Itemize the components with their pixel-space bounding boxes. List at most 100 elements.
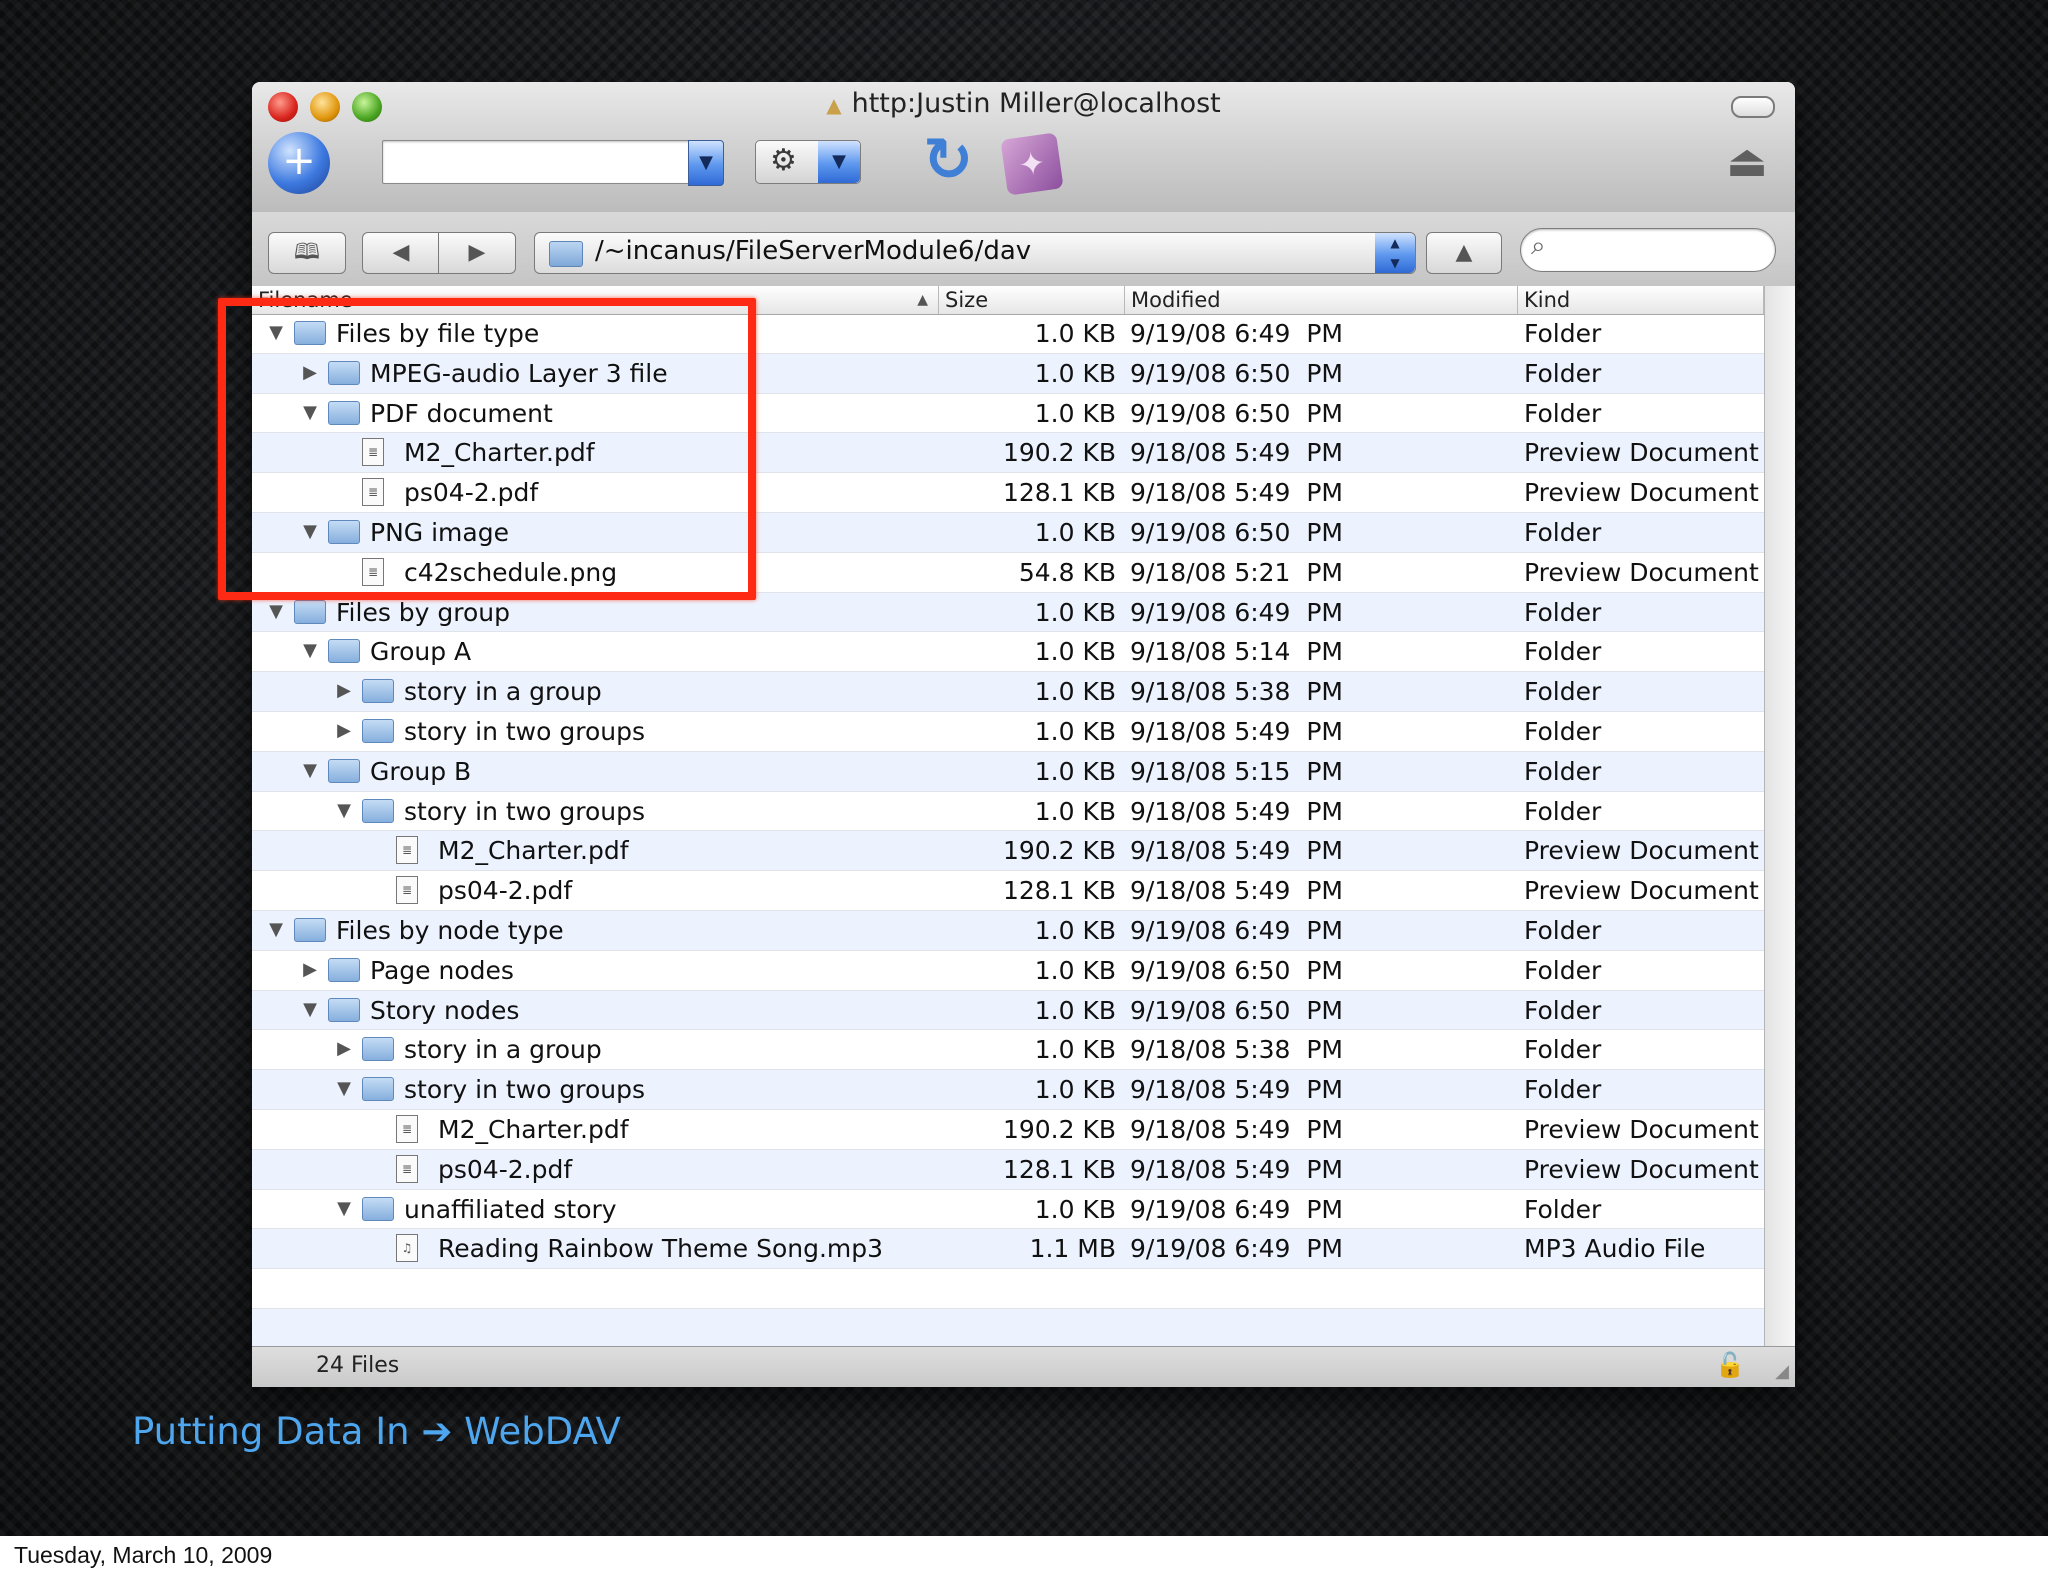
disclosure-expanded-icon[interactable]: ▼ <box>334 1078 354 1099</box>
disclosure-expanded-icon[interactable]: ▼ <box>266 601 286 622</box>
table-row[interactable]: ▶ story in a group 1.0 KB 9/18/08 5:38 PM Fo… <box>252 672 1764 712</box>
row-filename: story in two groups <box>404 796 646 826</box>
row-size: 1.0 KB <box>1034 517 1116 547</box>
table-row[interactable]: ≣ M2_Charter.pdf 190.2 KB 9/18/08 5:49 PM Pr… <box>252 1110 1764 1150</box>
audio-file-icon: ♫ <box>396 1234 418 1263</box>
table-row[interactable]: ▶ Page nodes 1.0 KB 9/19/08 6:50 PM Folder <box>252 951 1764 991</box>
row-size: 128.1 KB <box>1002 876 1116 906</box>
resize-grip-icon[interactable]: ◢ <box>1775 1361 1789 1382</box>
disconnect-disk-icon[interactable]: ✦ <box>1000 132 1064 196</box>
disclosure-expanded-icon[interactable]: ▼ <box>266 919 286 940</box>
row-kind: Preview Document <box>1524 1114 1759 1144</box>
table-row[interactable]: ▼ Group B 1.0 KB 9/18/08 5:15 PM Folder <box>252 751 1764 792</box>
row-kind: Folder <box>1524 1075 1602 1105</box>
row-kind: Folder <box>1524 597 1602 627</box>
row-size: 1.0 KB <box>1034 358 1116 388</box>
path-text: /~incanus/FileServerModule6/dav <box>595 236 1032 266</box>
table-row[interactable]: ♫ Reading Rainbow Theme Song.mp3 1.1 MB 9/1… <box>252 1229 1764 1270</box>
row-size: 1.0 KB <box>1034 398 1116 428</box>
disclosure-collapsed-icon[interactable]: ▶ <box>334 1038 354 1059</box>
row-modified: 9/18/08 5:21 PM <box>1130 557 1344 587</box>
row-kind: Folder <box>1524 1035 1602 1065</box>
folder-icon <box>362 679 394 704</box>
row-modified: 9/18/08 5:14 PM <box>1130 637 1344 667</box>
gear-icon: ⚙ <box>770 143 797 178</box>
bookmarks-book-icon[interactable]: 🕮 <box>268 232 346 274</box>
document-icon: ≣ <box>396 1114 418 1143</box>
row-size: 1.1 MB <box>1029 1234 1116 1264</box>
table-row[interactable]: ▼ Files by node type 1.0 KB 9/19/08 6:49 PM… <box>252 910 1764 951</box>
toolbar-toggle-button[interactable] <box>1731 96 1775 118</box>
table-row[interactable]: ▼ Group A 1.0 KB 9/18/08 5:14 PM Folder <box>252 632 1764 673</box>
row-kind: MP3 Audio File <box>1524 1234 1706 1264</box>
row-size: 1.0 KB <box>1034 915 1116 945</box>
search-input[interactable]: ⌕ <box>1520 228 1776 272</box>
row-filename: Reading Rainbow Theme Song.mp3 <box>438 1234 884 1264</box>
window-title-text: http:Justin Miller@localhost <box>851 88 1221 119</box>
row-filename: story in a group <box>404 677 602 707</box>
table-row[interactable]: ≣ M2_Charter.pdf 190.2 KB 9/18/08 5:49 PM Pr… <box>252 831 1764 872</box>
server-combo-field[interactable] <box>382 140 694 184</box>
title-bar: ▲ http:Justin Miller@localhost + ▼ ⚙ ▼ ↻ … <box>252 82 1795 213</box>
column-header-modified[interactable]: Modified <box>1124 286 1517 314</box>
table-row[interactable]: ▼ story in two groups 1.0 KB 9/18/08 5:49 P… <box>252 1070 1764 1110</box>
folder-icon <box>362 798 394 823</box>
row-kind: Folder <box>1524 995 1602 1025</box>
folder-icon <box>328 758 360 783</box>
disclosure-collapsed-icon[interactable]: ▶ <box>300 959 320 980</box>
row-modified: 9/19/08 6:50 PM <box>1130 398 1344 428</box>
disclosure-expanded-icon[interactable]: ▼ <box>334 1198 354 1219</box>
table-row[interactable]: ▼ unaffiliated story 1.0 KB 9/19/08 6:49 PM… <box>252 1190 1764 1230</box>
row-size: 1.0 KB <box>1034 756 1116 786</box>
table-row[interactable]: ▶ story in two groups 1.0 KB 9/18/08 5:49 P… <box>252 712 1764 752</box>
chevron-down-icon[interactable]: ▼ <box>688 140 724 186</box>
eject-icon[interactable]: ⏏ <box>1721 136 1773 188</box>
row-filename: unaffiliated story <box>404 1194 617 1224</box>
path-popup-menu[interactable]: /~incanus/FileServerModule6/dav ▲ ▼ <box>534 232 1416 274</box>
row-size: 1.0 KB <box>1034 637 1116 667</box>
row-modified: 9/19/08 6:49 PM <box>1130 1194 1344 1224</box>
up-down-stepper-icon[interactable]: ▲ ▼ <box>1375 233 1415 273</box>
row-size: 190.2 KB <box>1002 836 1116 866</box>
vertical-scrollbar[interactable] <box>1764 286 1795 1387</box>
column-header-size[interactable]: Size <box>938 286 1124 314</box>
table-row[interactable]: ≣ ps04-2.pdf 128.1 KB 9/18/08 5:49 PM Previe… <box>252 871 1764 911</box>
refresh-icon[interactable]: ↻ <box>916 130 980 194</box>
red-highlight-box <box>218 298 756 600</box>
column-header-kind[interactable]: Kind <box>1517 286 1764 314</box>
disclosure-collapsed-icon[interactable]: ▶ <box>334 680 354 701</box>
row-size: 1.0 KB <box>1034 796 1116 826</box>
folder-icon <box>362 718 394 743</box>
document-icon: ≣ <box>396 836 418 865</box>
parent-folder-up-icon[interactable]: ▲ <box>1426 232 1502 274</box>
disclosure-expanded-icon[interactable]: ▼ <box>300 760 320 781</box>
new-connection-globe-icon[interactable]: + <box>268 132 330 194</box>
row-kind: Folder <box>1524 358 1602 388</box>
disclosure-collapsed-icon[interactable]: ▶ <box>334 720 354 741</box>
row-size: 1.0 KB <box>1034 597 1116 627</box>
disclosure-expanded-icon[interactable]: ▼ <box>300 640 320 661</box>
unlock-icon: 🔓 <box>1715 1351 1745 1379</box>
row-kind: Folder <box>1524 796 1602 826</box>
action-menu-button[interactable]: ⚙ ▼ <box>755 140 861 184</box>
forward-arrow-icon[interactable]: ▶ <box>438 232 516 274</box>
table-row[interactable]: ≣ ps04-2.pdf 128.1 KB 9/18/08 5:49 PM Previe… <box>252 1149 1764 1190</box>
row-filename: Files by node type <box>336 915 564 945</box>
row-filename: story in two groups <box>404 1075 646 1105</box>
disclosure-expanded-icon[interactable]: ▼ <box>300 999 320 1020</box>
search-icon: ⌕ <box>1531 231 1546 261</box>
disclosure-expanded-icon[interactable]: ▼ <box>334 800 354 821</box>
row-kind: Preview Document <box>1524 557 1759 587</box>
row-modified: 9/18/08 5:49 PM <box>1130 716 1344 746</box>
table-row[interactable]: ▼ story in two groups 1.0 KB 9/18/08 5:49 P… <box>252 792 1764 832</box>
row-kind: Folder <box>1524 637 1602 667</box>
row-filename: story in two groups <box>404 716 646 746</box>
document-icon: ≣ <box>396 1154 418 1183</box>
row-modified: 9/18/08 5:38 PM <box>1130 677 1344 707</box>
table-row[interactable]: ▼ Story nodes 1.0 KB 9/19/08 6:50 PM Folder <box>252 990 1764 1031</box>
row-filename: M2_Charter.pdf <box>438 836 629 866</box>
back-arrow-icon[interactable]: ◀ <box>362 232 440 274</box>
window-title: ▲ http:Justin Miller@localhost <box>252 88 1795 119</box>
row-modified: 9/19/08 6:49 PM <box>1130 597 1344 627</box>
table-row[interactable]: ▶ story in a group 1.0 KB 9/18/08 5:38 PM Fo… <box>252 1030 1764 1071</box>
